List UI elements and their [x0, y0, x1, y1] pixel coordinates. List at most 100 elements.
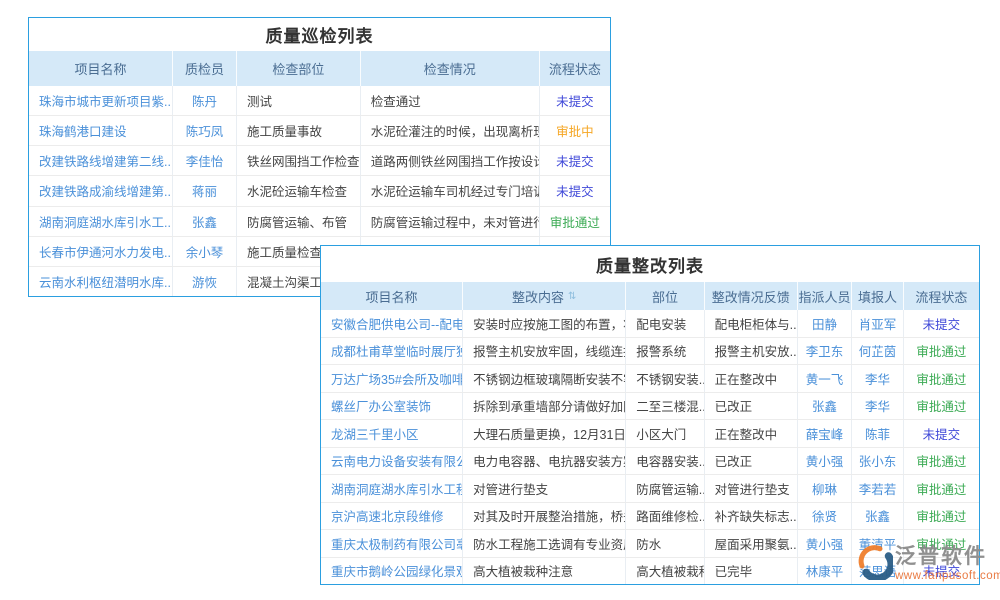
project-name-link[interactable]: 长春市伊通河水力发电... [29, 237, 173, 266]
reporter-link[interactable]: 李华 [852, 393, 904, 420]
part-cell: 高大植被栽种 [626, 558, 704, 585]
feedback-cell: 补齐缺失标志... [705, 503, 798, 530]
assignee-link[interactable]: 李卫东 [798, 338, 852, 365]
inspector-link[interactable]: 蒋丽 [173, 176, 237, 205]
rectification-header-project: 项目名称 [321, 282, 463, 310]
feedback-cell: 配电柜柜体与... [705, 310, 798, 337]
status-badge[interactable]: 审批通过 [904, 365, 979, 392]
inspector-link[interactable]: 余小琴 [173, 237, 237, 266]
status-badge[interactable]: 审批通过 [904, 393, 979, 420]
project-name-link[interactable]: 龙湖三千里小区 [321, 420, 463, 447]
assignee-link[interactable]: 黄小强 [798, 448, 852, 475]
assignee-link[interactable]: 黄小强 [798, 530, 852, 557]
feedback-cell: 已完毕 [705, 558, 798, 585]
part-cell: 防水 [626, 530, 704, 557]
project-name-link[interactable]: 湖南洞庭湖水库引水工... [29, 207, 173, 236]
table-row: 云南电力设备安装有限公司20...电力电容器、电抗器安装方案...电容器安装..… [321, 448, 979, 476]
inspection-table-title: 质量巡检列表 [29, 18, 610, 51]
inspection-header-project: 项目名称 [29, 51, 173, 86]
inspection-header-part: 检查部位 [237, 51, 361, 86]
table-row: 改建铁路线增建第二线...李佳怡铁丝网围挡工作检查道路两侧铁丝网围挡工作按设计.… [29, 146, 610, 176]
project-name-link[interactable]: 云南水利枢纽潜明水库... [29, 267, 173, 296]
rectification-header-content[interactable]: 整改内容⇅ [463, 282, 626, 310]
project-name-link[interactable]: 安徽合肥供电公司--配电设备... [321, 310, 463, 337]
inspection-header-inspector: 质检员 [173, 51, 237, 86]
rectification-header-reporter: 填报人 [852, 282, 904, 310]
project-name-link[interactable]: 湖南洞庭湖水库引水工程施工I标 [321, 475, 463, 502]
status-badge[interactable]: 审批中 [540, 116, 610, 145]
inspection-part-cell: 防腐管运输、布管 [237, 207, 361, 236]
assignee-link[interactable]: 柳琳 [798, 475, 852, 502]
table-row: 安徽合肥供电公司--配电设备...安装时应按施工图的布置，将...配电安装配电柜… [321, 310, 979, 338]
project-name-link[interactable]: 成都杜甫草堂临时展厅独立展... [321, 338, 463, 365]
part-cell: 电容器安装... [626, 448, 704, 475]
inspection-situation-cell: 道路两侧铁丝网围挡工作按设计... [361, 146, 540, 175]
table-row: 湖南洞庭湖水库引水工...张鑫防腐管运输、布管防腐管运输过程中，未对管进行...… [29, 207, 610, 237]
feedback-cell: 已改正 [705, 393, 798, 420]
status-badge[interactable]: 未提交 [904, 310, 979, 337]
reporter-link[interactable]: 李华 [852, 365, 904, 392]
project-name-link[interactable]: 重庆太极制药有限公司亳州中... [321, 530, 463, 557]
inspector-link[interactable]: 陈丹 [173, 86, 237, 115]
assignee-link[interactable]: 林康平 [798, 558, 852, 585]
inspection-situation-cell: 水泥砼运输车司机经过专门培训... [361, 176, 540, 205]
inspection-part-cell: 施工质量事故 [237, 116, 361, 145]
part-cell: 小区大门 [626, 420, 704, 447]
table-row: 龙湖三千里小区大理石质量更换，12月31日之...小区大门正在整改中薛宝峰陈菲未… [321, 420, 979, 448]
inspection-table-header-row: 项目名称质检员检查部位检查情况流程状态 [29, 51, 610, 86]
project-name-link[interactable]: 万达广场35#会所及咖啡厅空... [321, 365, 463, 392]
reporter-link[interactable]: 张鑫 [852, 503, 904, 530]
rectification-header-feedback: 整改情况反馈 [705, 282, 798, 310]
status-badge[interactable]: 未提交 [540, 176, 610, 205]
status-badge[interactable]: 未提交 [540, 86, 610, 115]
project-name-link[interactable]: 云南电力设备安装有限公司20... [321, 448, 463, 475]
inspector-link[interactable]: 陈巧凤 [173, 116, 237, 145]
inspector-link[interactable]: 游恢 [173, 267, 237, 296]
fanpu-url[interactable]: www.fanpusoft.com [895, 570, 1000, 582]
rectify-content-cell: 对管进行垫支 [463, 475, 626, 502]
part-cell: 报警系统 [626, 338, 704, 365]
inspector-link[interactable]: 李佳怡 [173, 146, 237, 175]
status-badge[interactable]: 审批通过 [904, 448, 979, 475]
feedback-cell: 对管进行垫支 [705, 475, 798, 502]
status-badge[interactable]: 审批通过 [904, 503, 979, 530]
project-name-link[interactable]: 螺丝厂办公室装饰 [321, 393, 463, 420]
project-name-link[interactable]: 重庆市鹅岭公园绿化景观提升... [321, 558, 463, 585]
part-cell: 路面维修检... [626, 503, 704, 530]
rectification-header-part: 部位 [626, 282, 704, 310]
assignee-link[interactable]: 黄一飞 [798, 365, 852, 392]
reporter-link[interactable]: 张小东 [852, 448, 904, 475]
feedback-cell: 正在整改中 [705, 420, 798, 447]
table-row: 京沪高速北京段维修对其及时开展整治措施，桥头...路面维修检...补齐缺失标志.… [321, 503, 979, 531]
status-badge[interactable]: 未提交 [540, 146, 610, 175]
assignee-link[interactable]: 薛宝峰 [798, 420, 852, 447]
inspection-part-cell: 铁丝网围挡工作检查 [237, 146, 361, 175]
rectify-content-cell: 对其及时开展整治措施，桥头... [463, 503, 626, 530]
rectification-header-assignee: 指派人员 [798, 282, 852, 310]
rectification-table-header-row: 项目名称整改内容⇅部位整改情况反馈指派人员填报人流程状态 [321, 282, 979, 310]
reporter-link[interactable]: 何芷茵 [852, 338, 904, 365]
inspection-header-situation: 检查情况 [361, 51, 540, 86]
status-badge[interactable]: 未提交 [904, 420, 979, 447]
assignee-link[interactable]: 张鑫 [798, 393, 852, 420]
project-name-link[interactable]: 珠海市城市更新项目紫... [29, 86, 173, 115]
status-badge[interactable]: 审批通过 [904, 338, 979, 365]
table-row: 万达广场35#会所及咖啡厅空...不锈钢边框玻璃隔断安装不牢...不锈钢安装..… [321, 365, 979, 393]
project-name-link[interactable]: 京沪高速北京段维修 [321, 503, 463, 530]
assignee-link[interactable]: 徐贤 [798, 503, 852, 530]
project-name-link[interactable]: 珠海鹤港口建设 [29, 116, 173, 145]
rectify-content-cell: 防水工程施工选调有专业资质... [463, 530, 626, 557]
status-badge[interactable]: 审批通过 [904, 475, 979, 502]
sort-icon[interactable]: ⇅ [568, 291, 576, 302]
reporter-link[interactable]: 李若若 [852, 475, 904, 502]
status-badge[interactable]: 审批通过 [540, 207, 610, 236]
assignee-link[interactable]: 田静 [798, 310, 852, 337]
inspector-link[interactable]: 张鑫 [173, 207, 237, 236]
reporter-link[interactable]: 肖亚军 [852, 310, 904, 337]
reporter-link[interactable]: 陈菲 [852, 420, 904, 447]
project-name-link[interactable]: 改建铁路线增建第二线... [29, 146, 173, 175]
table-row: 改建铁路成渝线增建第...蒋丽水泥砼运输车检查水泥砼运输车司机经过专门培训...… [29, 176, 610, 206]
project-name-link[interactable]: 改建铁路成渝线增建第... [29, 176, 173, 205]
rectify-content-cell: 高大植被栽种注意 [463, 558, 626, 585]
rectify-content-cell: 大理石质量更换，12月31日之... [463, 420, 626, 447]
